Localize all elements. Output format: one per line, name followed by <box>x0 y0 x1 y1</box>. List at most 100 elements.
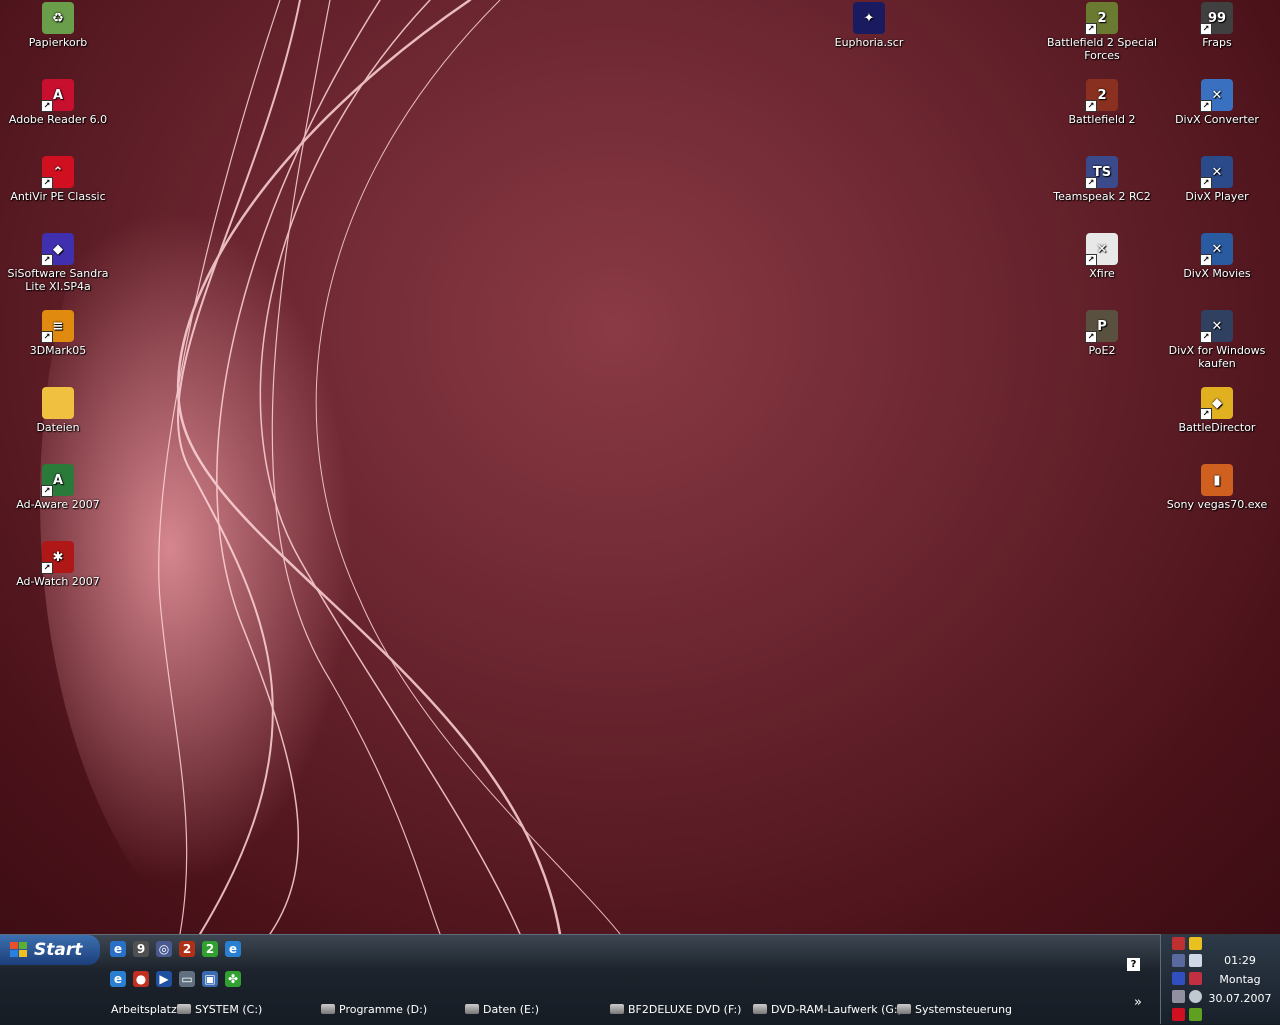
bf2sf-quick-icon[interactable]: 2 <box>202 941 218 957</box>
teamspeak-quick-icon[interactable]: ◎ <box>156 941 172 957</box>
desktop-icon-label: DivX Movies <box>1183 267 1251 280</box>
desktop-icon-label: Dateien <box>36 421 80 434</box>
system-tray: 01:29 Montag 30.07.2007 <box>1160 934 1280 1024</box>
divx-player-icon: ✕ ↗ <box>1200 156 1233 189</box>
desktop-icon-antivir[interactable]: ⌃ ↗ AntiVir PE Classic <box>0 156 116 203</box>
3dmark-icon: ≡ ↗ <box>41 310 74 343</box>
desktop-icon-label: DivX for Windows kaufen <box>1168 344 1266 370</box>
desktop-icon-label: SiSoftware Sandra Lite XI.SP4a <box>7 267 109 293</box>
ie-quick-icon[interactable]: e <box>225 941 241 957</box>
desktop-icon-battledirector[interactable]: ◆ ↗ BattleDirector <box>1159 387 1275 434</box>
shortcut-arrow-icon: ↗ <box>1085 100 1097 112</box>
wallpaper-waves <box>40 0 621 934</box>
desktop-icon-sony-vegas[interactable]: ▮ Sony vegas70.exe <box>1159 464 1275 511</box>
shortcut-arrow-icon: ↗ <box>1085 177 1097 189</box>
toolbar-item-drive-d[interactable]: Programme (D:) <box>321 1000 427 1018</box>
clock-time[interactable]: 01:29 <box>1205 954 1275 967</box>
desktop-icon-label: 3DMark05 <box>29 344 87 357</box>
nvidia-tray-icon[interactable] <box>1189 1008 1202 1021</box>
desktop-icon-divx-player[interactable]: ✕ ↗ DivX Player <box>1159 156 1275 203</box>
sony-vegas-icon: ▮ <box>1201 464 1233 496</box>
sandra-icon: ◆ ↗ <box>41 233 74 266</box>
desktop-icon-recycle-bin[interactable]: ♻ Papierkorb <box>0 2 116 49</box>
disc-tray-icon[interactable] <box>1189 990 1202 1003</box>
shortcut-arrow-icon: ↗ <box>1200 331 1212 343</box>
toolbar-title-arbeitsplatz[interactable]: Arbeitsplatz <box>111 1000 177 1018</box>
start-button[interactable]: Start <box>0 935 100 965</box>
desktop-icon-folder[interactable]: Dateien <box>0 387 116 434</box>
network-icon[interactable]: ▣ <box>202 971 218 987</box>
desktop-icon-bf2-special-forces[interactable]: 2 ↗ Battlefield 2 Special Forces <box>1044 2 1160 62</box>
media-icon[interactable]: ● <box>133 971 149 987</box>
desktop-icon-3dmark[interactable]: ≡ ↗ 3DMark05 <box>0 310 116 357</box>
shortcut-arrow-icon: ↗ <box>1085 331 1097 343</box>
shortcut-arrow-icon: ↗ <box>1200 177 1212 189</box>
help-icon[interactable]: ? <box>1127 958 1140 971</box>
monitor-tray-icon[interactable] <box>1172 937 1185 950</box>
clock-day[interactable]: Montag <box>1205 973 1275 986</box>
desktop-icon-label: Battlefield 2 Special Forces <box>1046 36 1158 62</box>
desktop-icon-label: AntiVir PE Classic <box>10 190 106 203</box>
desktop-icon-divx-buy[interactable]: ✕ ↗ DivX for Windows kaufen <box>1159 310 1275 370</box>
toolbar-chevron[interactable]: » <box>1134 995 1142 1010</box>
shortcut-arrow-icon: ↗ <box>1200 254 1212 266</box>
desktop-icon-teamspeak[interactable]: TS ↗ Teamspeak 2 RC2 <box>1044 156 1160 203</box>
toolbar-item-label: DVD-RAM-Laufwerk (G:) <box>771 1002 902 1016</box>
toolbar-item-dvd-f[interactable]: BF2DELUXE DVD (F:) <box>610 1000 741 1018</box>
toolbar-item-control-panel[interactable]: Systemsteuerung <box>897 1000 1012 1018</box>
shortcut-arrow-icon: ↗ <box>41 562 53 574</box>
toolbar-item-label: Daten (E:) <box>483 1002 539 1016</box>
desktop-icon-bf2[interactable]: 2 ↗ Battlefield 2 <box>1044 79 1160 126</box>
desktop-icon-label: Sony vegas70.exe <box>1166 498 1268 511</box>
divx-converter-icon: ✕ ↗ <box>1200 79 1233 112</box>
desktop-icon-label: PoE2 <box>1088 344 1116 357</box>
desktop-icon-label: Ad-Watch 2007 <box>16 575 100 588</box>
toolbar-item-drive-c[interactable]: SYSTEM (C:) <box>177 1000 262 1018</box>
teamspeak-tray-icon[interactable] <box>1172 954 1185 967</box>
desktop-icon-divx-movies[interactable]: ✕ ↗ DivX Movies <box>1159 233 1275 280</box>
xfire-icon: ✕ ↗ <box>1085 233 1118 266</box>
poe2-icon: P ↗ <box>1085 310 1118 343</box>
desktop-icon-divx-converter[interactable]: ✕ ↗ DivX Converter <box>1159 79 1275 126</box>
desktop-icon-adobe-reader[interactable]: A ↗ Adobe Reader 6.0 <box>0 79 116 126</box>
battledirector-icon: ◆ ↗ <box>1200 387 1233 420</box>
shortcut-arrow-icon: ↗ <box>41 331 53 343</box>
toolbar-item-label: Programme (D:) <box>339 1002 428 1016</box>
toolbar-item-drive-e[interactable]: Daten (E:) <box>465 1000 539 1018</box>
shield-tray-icon[interactable] <box>1189 937 1202 950</box>
speaker-tray-icon[interactable] <box>1172 990 1185 1003</box>
outlook-icon[interactable]: e <box>110 941 126 957</box>
bf2-quick-icon[interactable]: 2 <box>179 941 195 957</box>
player-icon[interactable]: ▶ <box>156 971 172 987</box>
desktop-icon-sandra[interactable]: ◆ ↗ SiSoftware Sandra Lite XI.SP4a <box>0 233 116 293</box>
desktop-icon-euphoria[interactable]: ✦ Euphoria.scr <box>811 2 927 49</box>
internet-explorer-icon[interactable]: e <box>110 971 126 987</box>
toolbar-item-label: Systemsteuerung <box>915 1002 1013 1016</box>
desktop-icon-poe2[interactable]: P ↗ PoE2 <box>1044 310 1160 357</box>
divx-tray-icon[interactable] <box>1189 954 1202 967</box>
shortcut-arrow-icon: ↗ <box>41 485 53 497</box>
show-desktop-icon[interactable]: ▭ <box>179 971 195 987</box>
fraps-quick-icon[interactable]: 9 <box>133 941 149 957</box>
antivir-tray-icon[interactable] <box>1172 1008 1185 1021</box>
teamspeak-icon: TS ↗ <box>1085 156 1118 189</box>
toolbar-item-dvd-ram-g[interactable]: DVD-RAM-Laufwerk (G:) <box>753 1000 902 1018</box>
dvd-f-icon <box>610 1004 624 1014</box>
ad-aware-icon: A ↗ <box>41 464 74 497</box>
network-tray-icon[interactable] <box>1189 972 1202 985</box>
clock-date[interactable]: 30.07.2007 <box>1205 992 1275 1005</box>
shortcut-arrow-icon: ↗ <box>41 254 53 266</box>
desktop-icon-ad-watch[interactable]: ✱ ↗ Ad-Watch 2007 <box>0 541 116 588</box>
desktop-icon-label: BattleDirector <box>1178 421 1256 434</box>
desktop-icon-label: DivX Converter <box>1175 113 1259 126</box>
shortcut-arrow-icon: ↗ <box>1085 254 1097 266</box>
desktop-icon-fraps[interactable]: 99 ↗ Fraps <box>1159 2 1275 49</box>
g-tray-icon[interactable] <box>1172 972 1185 985</box>
clover-icon[interactable]: ✤ <box>225 971 241 987</box>
desktop-icon-ad-aware[interactable]: A ↗ Ad-Aware 2007 <box>0 464 116 511</box>
desktop-icon-xfire[interactable]: ✕ ↗ Xfire <box>1044 233 1160 280</box>
recycle-bin-icon: ♻ <box>42 2 74 34</box>
divx-movies-icon: ✕ ↗ <box>1200 233 1233 266</box>
shortcut-arrow-icon: ↗ <box>41 177 53 189</box>
adobe-reader-icon: A ↗ <box>41 79 74 112</box>
